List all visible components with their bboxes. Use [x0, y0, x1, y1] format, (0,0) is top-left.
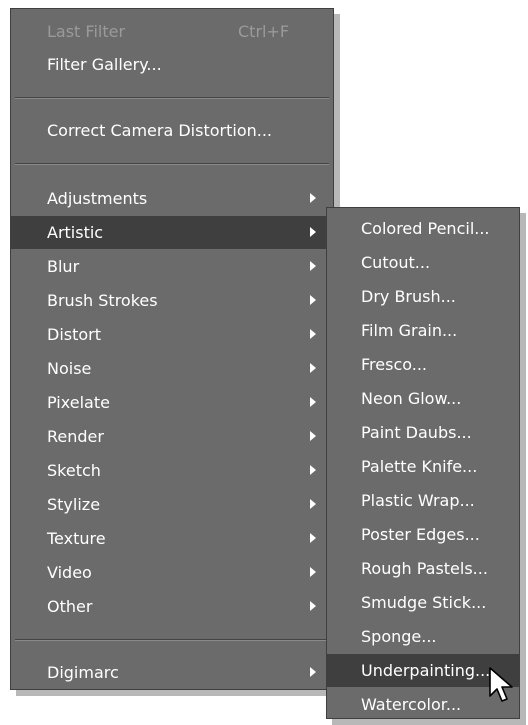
submenu-label: Brush Strokes [47, 291, 158, 310]
submenu-arrow-icon [310, 499, 316, 509]
submenu-item-smudge-stick[interactable]: Smudge Stick... [327, 586, 519, 619]
menu-item-video[interactable]: Video [11, 556, 333, 589]
submenu-item-label: Rough Pastels... [361, 559, 488, 578]
submenu-label: Render [47, 427, 104, 446]
submenu-item-neon-glow[interactable]: Neon Glow... [327, 382, 519, 415]
submenu-label: Artistic [47, 223, 104, 242]
menu-item-correct-camera-distortion[interactable]: Correct Camera Distortion... [11, 114, 333, 147]
submenu-label: Video [47, 563, 92, 582]
correct-camera-distortion-label: Correct Camera Distortion... [47, 121, 273, 140]
menu-item-texture[interactable]: Texture [11, 522, 333, 555]
submenu-label: Digimarc [47, 663, 119, 682]
submenu-label: Pixelate [47, 393, 110, 412]
menu-separator [15, 163, 329, 165]
submenu-item-rough-pastels[interactable]: Rough Pastels... [327, 552, 519, 585]
menu-item-brush-strokes[interactable]: Brush Strokes [11, 284, 333, 317]
submenu-label: Other [47, 597, 93, 616]
submenu-item-label: Cutout... [361, 253, 431, 272]
last-filter-shortcut: Ctrl+F [238, 22, 290, 41]
submenu-label: Texture [47, 529, 106, 548]
menu-item-stylize[interactable]: Stylize [11, 488, 333, 521]
menu-item-blur[interactable]: Blur [11, 250, 333, 283]
submenu-arrow-icon [310, 667, 316, 677]
submenu-item-paint-daubs[interactable]: Paint Daubs... [327, 416, 519, 449]
submenu-item-label: Watercolor... [361, 695, 462, 714]
menu-item-distort[interactable]: Distort [11, 318, 333, 351]
menu-item-noise[interactable]: Noise [11, 352, 333, 385]
menu-item-pixelate[interactable]: Pixelate [11, 386, 333, 419]
submenu-item-label: Plastic Wrap... [361, 491, 475, 510]
submenu-arrow-icon [310, 295, 316, 305]
menu-separator [15, 639, 329, 641]
filter-menu: Last Filter Ctrl+F Filter Gallery... Cor… [10, 8, 334, 690]
menu-item-last-filter: Last Filter Ctrl+F [11, 15, 333, 48]
submenu-arrow-icon [310, 397, 316, 407]
submenu-item-label: Sponge... [361, 627, 437, 646]
menu-item-other[interactable]: Other [11, 590, 333, 623]
submenu-item-fresco[interactable]: Fresco... [327, 348, 519, 381]
submenu-arrow-icon [310, 193, 316, 203]
submenu-arrow-icon [310, 363, 316, 373]
menu-item-render[interactable]: Render [11, 420, 333, 453]
menu-item-filter-gallery[interactable]: Filter Gallery... [11, 48, 333, 81]
submenu-item-label: Smudge Stick... [361, 593, 487, 612]
submenu-arrow-icon [310, 567, 316, 577]
submenu-item-label: Paint Daubs... [361, 423, 472, 442]
submenu-label: Adjustments [47, 189, 148, 208]
submenu-item-label: Palette Knife... [361, 457, 478, 476]
menu-item-artistic[interactable]: Artistic [11, 216, 333, 249]
submenu-item-plastic-wrap[interactable]: Plastic Wrap... [327, 484, 519, 517]
artistic-submenu: Colored Pencil... Cutout... Dry Brush...… [326, 207, 520, 719]
menu-item-digimarc[interactable]: Digimarc [11, 656, 333, 689]
submenu-item-label: Colored Pencil... [361, 219, 490, 238]
submenu-item-palette-knife[interactable]: Palette Knife... [327, 450, 519, 483]
submenu-item-label: Fresco... [361, 355, 428, 374]
submenu-item-dry-brush[interactable]: Dry Brush... [327, 280, 519, 313]
submenu-label: Blur [47, 257, 80, 276]
submenu-arrow-icon [310, 601, 316, 611]
submenu-item-film-grain[interactable]: Film Grain... [327, 314, 519, 347]
submenu-arrow-icon [310, 261, 316, 271]
submenu-item-label: Neon Glow... [361, 389, 462, 408]
submenu-item-label: Underpainting... [361, 661, 491, 680]
submenu-item-cutout[interactable]: Cutout... [327, 246, 519, 279]
submenu-arrow-icon [310, 431, 316, 441]
submenu-label: Sketch [47, 461, 101, 480]
submenu-arrow-icon [310, 227, 316, 237]
submenu-arrow-icon [310, 329, 316, 339]
submenu-item-label: Dry Brush... [361, 287, 456, 306]
last-filter-label: Last Filter [47, 22, 126, 41]
submenu-arrow-icon [310, 533, 316, 543]
menu-item-sketch[interactable]: Sketch [11, 454, 333, 487]
submenu-arrow-icon [310, 465, 316, 475]
submenu-item-colored-pencil[interactable]: Colored Pencil... [327, 212, 519, 245]
submenu-label: Distort [47, 325, 102, 344]
submenu-item-label: Film Grain... [361, 321, 458, 340]
submenu-label: Noise [47, 359, 92, 378]
submenu-label: Stylize [47, 495, 101, 514]
submenu-item-sponge[interactable]: Sponge... [327, 620, 519, 653]
submenu-item-poster-edges[interactable]: Poster Edges... [327, 518, 519, 551]
arrow-pointer-icon [489, 667, 513, 702]
submenu-item-label: Poster Edges... [361, 525, 480, 544]
filter-gallery-label: Filter Gallery... [47, 55, 162, 74]
menu-separator [15, 97, 329, 99]
menu-item-adjustments[interactable]: Adjustments [11, 182, 333, 215]
